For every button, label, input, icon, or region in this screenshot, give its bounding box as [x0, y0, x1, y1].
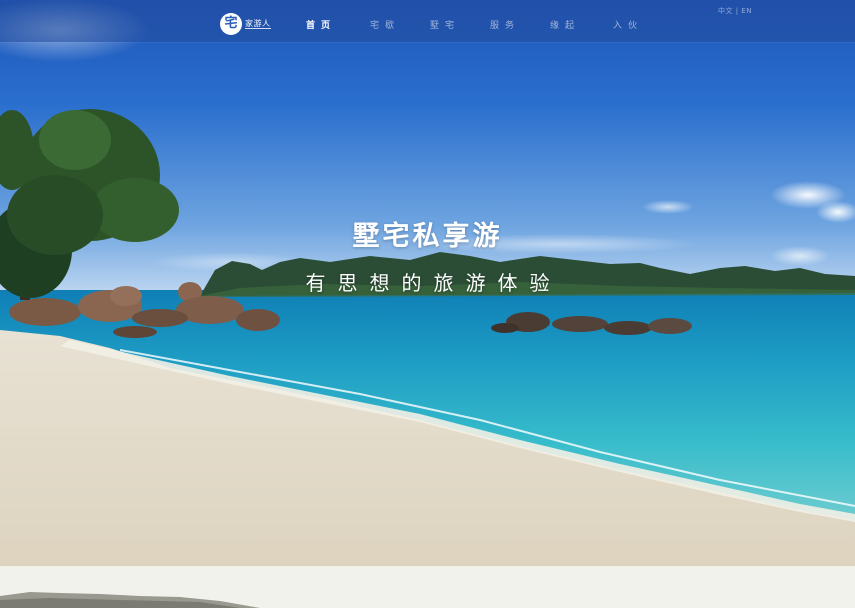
- nav-item-origin[interactable]: 缘起: [550, 18, 580, 31]
- hero-banner: 宅 家游人 首页 宅歇 墅宅 服务 缘起 入伙 中文 | EN 墅宅私享游 有思…: [0, 0, 855, 566]
- nav-item-join[interactable]: 入伙: [613, 18, 643, 31]
- logo-mark-icon: 宅: [220, 13, 242, 35]
- site-logo[interactable]: 宅 家游人: [220, 12, 271, 36]
- hero-subtitle: 有思想的旅游体验: [305, 271, 562, 295]
- next-section-preview: [0, 566, 855, 608]
- logo-wordmark: 家游人: [245, 19, 271, 29]
- hero-title: 墅宅私享游: [352, 221, 503, 252]
- next-section-image: [0, 566, 855, 608]
- language-switch[interactable]: 中文 | EN: [718, 6, 752, 16]
- top-navbar: 宅 家游人 首页 宅歇 墅宅 服务 缘起 入伙 中文 | EN: [0, 0, 855, 42]
- nav-item-villas[interactable]: 墅宅: [430, 18, 460, 31]
- nav-item-stay[interactable]: 宅歇: [370, 18, 400, 31]
- nav-item-home[interactable]: 首页: [306, 18, 336, 31]
- nav-item-services[interactable]: 服务: [490, 18, 520, 31]
